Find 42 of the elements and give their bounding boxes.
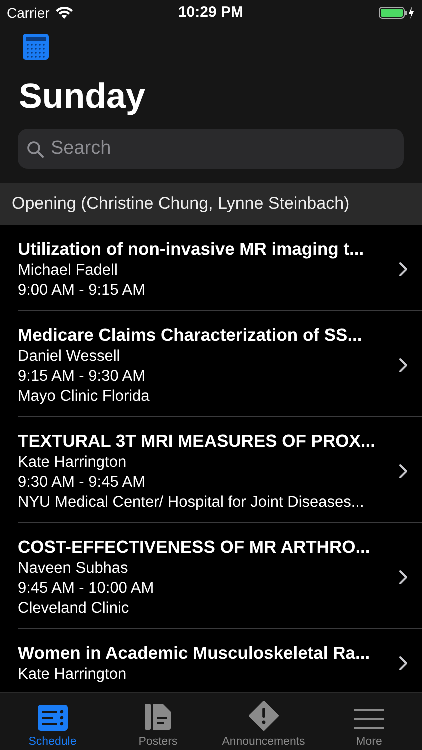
session-speaker: Kate Harrington	[18, 665, 128, 685]
session-row[interactable]: TEXTURAL 3T MRI MEASURES OF PROX... Kate Harrington 9:30 AM - 9:45 AM NYU Medical Center/ Hospital for Joint Diseases...	[18, 417, 422, 523]
session-title: Medicare Claims Characterization of SS...	[18, 324, 364, 347]
session-row[interactable]: Utilization of non-invasive MR imaging t... Michael Fadell 9:00 AM - 9:15 AM	[18, 225, 422, 311]
session-time: 9:15 AM - 9:30 AM	[18, 367, 147, 387]
warning-icon	[248, 701, 279, 731]
session-title: Women in Academic Musculoskeletal Ra...	[18, 642, 372, 665]
session-time: 9:45 AM - 10:00 AM	[18, 579, 156, 599]
clock-time: 10:29 PM	[178, 4, 244, 21]
carrier-label: Carrier	[7, 4, 50, 20]
tab-item[interactable]: Schedule	[0, 693, 106, 750]
session-location: NYU Medical Center/ Hospital for Joint Diseases...	[18, 493, 366, 513]
session-speaker: Kate Harrington	[18, 453, 128, 473]
session-title: TEXTURAL 3T MRI MEASURES OF PROX...	[18, 430, 376, 453]
session-speaker: Daniel Wessell	[18, 347, 122, 367]
calendar-icon[interactable]	[23, 34, 49, 60]
tab-item[interactable]: Announcements	[211, 693, 316, 750]
chevron-icon	[399, 358, 408, 372]
tab-item[interactable]: Posters	[106, 693, 211, 750]
session-title: Utilization of non-invasive MR imaging t...	[18, 238, 366, 261]
session-speaker: Naveen Subhas	[18, 559, 130, 579]
menu-icon	[354, 707, 384, 731]
session-location: Mayo Clinic Florida	[18, 387, 151, 407]
document-icon	[145, 703, 172, 731]
chevron-icon	[399, 262, 408, 276]
section-title: Opening (Christine Chung, Lynne Steinbach)	[12, 194, 350, 214]
session-row[interactable]: Medicare Claims Characterization of SS... Daniel Wessell 9:15 AM - 9:30 AM Mayo Clinic Florida	[18, 311, 422, 417]
battery-icon	[378, 6, 415, 20]
session-title: COST-EFFECTIVENESS OF MR ARTHRO...	[18, 536, 372, 559]
tab-item[interactable]: More	[316, 693, 422, 750]
session-speaker: Michael Fadell	[18, 261, 119, 281]
page-title: Sunday	[19, 76, 146, 118]
session-row[interactable]: COST-EFFECTIVENESS OF MR ARTHRO... Naveen Subhas 9:45 AM - 10:00 AM Cleveland Clinic	[18, 523, 422, 629]
chevron-icon	[399, 570, 408, 584]
wifi-icon	[56, 6, 73, 18]
chevron-icon	[399, 464, 408, 478]
session-time: 9:30 AM - 9:45 AM	[18, 473, 147, 493]
session-location: Cleveland Clinic	[18, 599, 130, 619]
search-field[interactable]: Search	[18, 129, 404, 169]
session-time: 9:00 AM - 9:15 AM	[18, 281, 147, 301]
chevron-icon	[399, 656, 408, 670]
list-icon	[38, 705, 68, 731]
